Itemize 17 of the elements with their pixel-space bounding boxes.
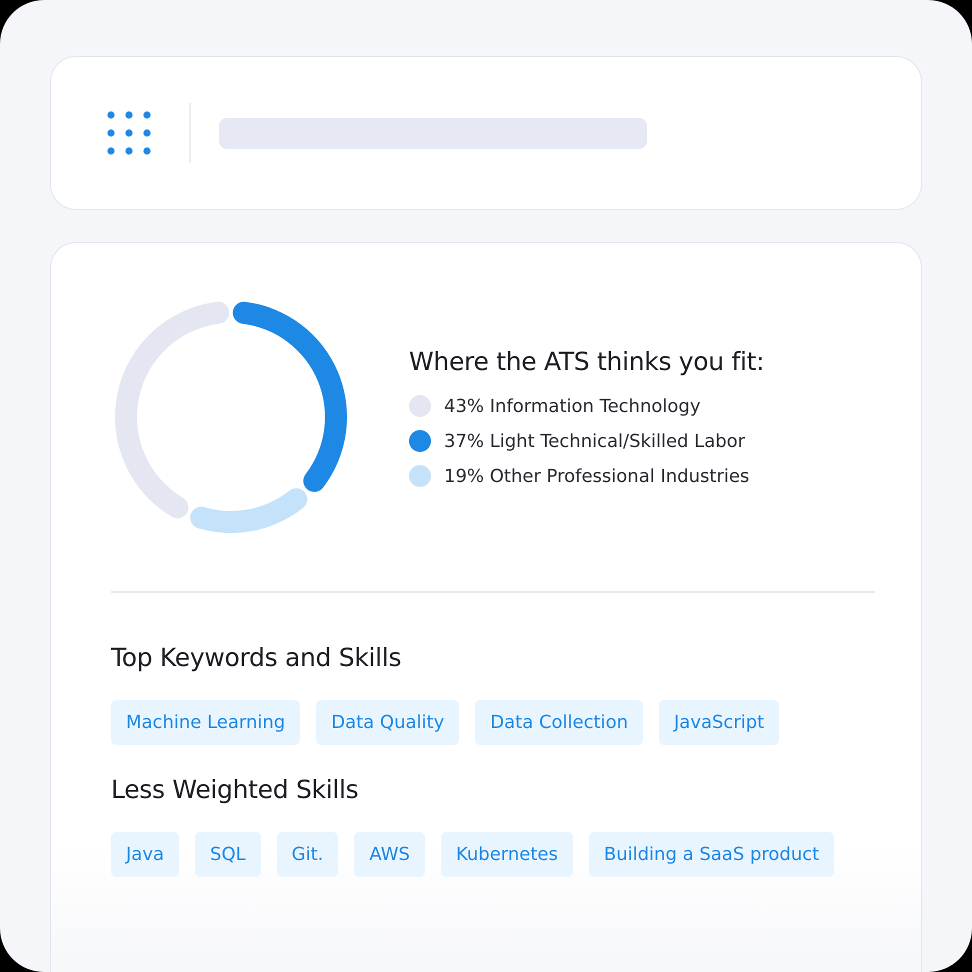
fit-heading: Where the ATS thinks you fit: [409,347,764,376]
legend-label: 19% Other Professional Industries [444,466,750,486]
skill-tag: Building a SaaS product [588,832,834,876]
section-heading: Less Weighted Skills [111,774,360,804]
skill-tag: Git. [276,832,338,876]
skill-tag: Java [111,832,180,876]
skill-tag: Kubernetes [440,832,573,876]
skill-tag: Data Quality [316,700,460,744]
skill-tag: AWS [354,832,425,876]
skill-tag: Machine Learning [111,700,300,744]
grid-icon[interactable] [107,111,151,155]
section-heading: Top Keywords and Skills [111,642,402,672]
skill-tag: SQL [195,832,261,876]
legend-label: 37% Light Technical/Skilled Labor [444,430,746,452]
skill-tag: Data Collection [475,700,643,744]
legend-label: 43% Information Technology [444,396,700,416]
skill-tag: JavaScript [658,700,780,744]
